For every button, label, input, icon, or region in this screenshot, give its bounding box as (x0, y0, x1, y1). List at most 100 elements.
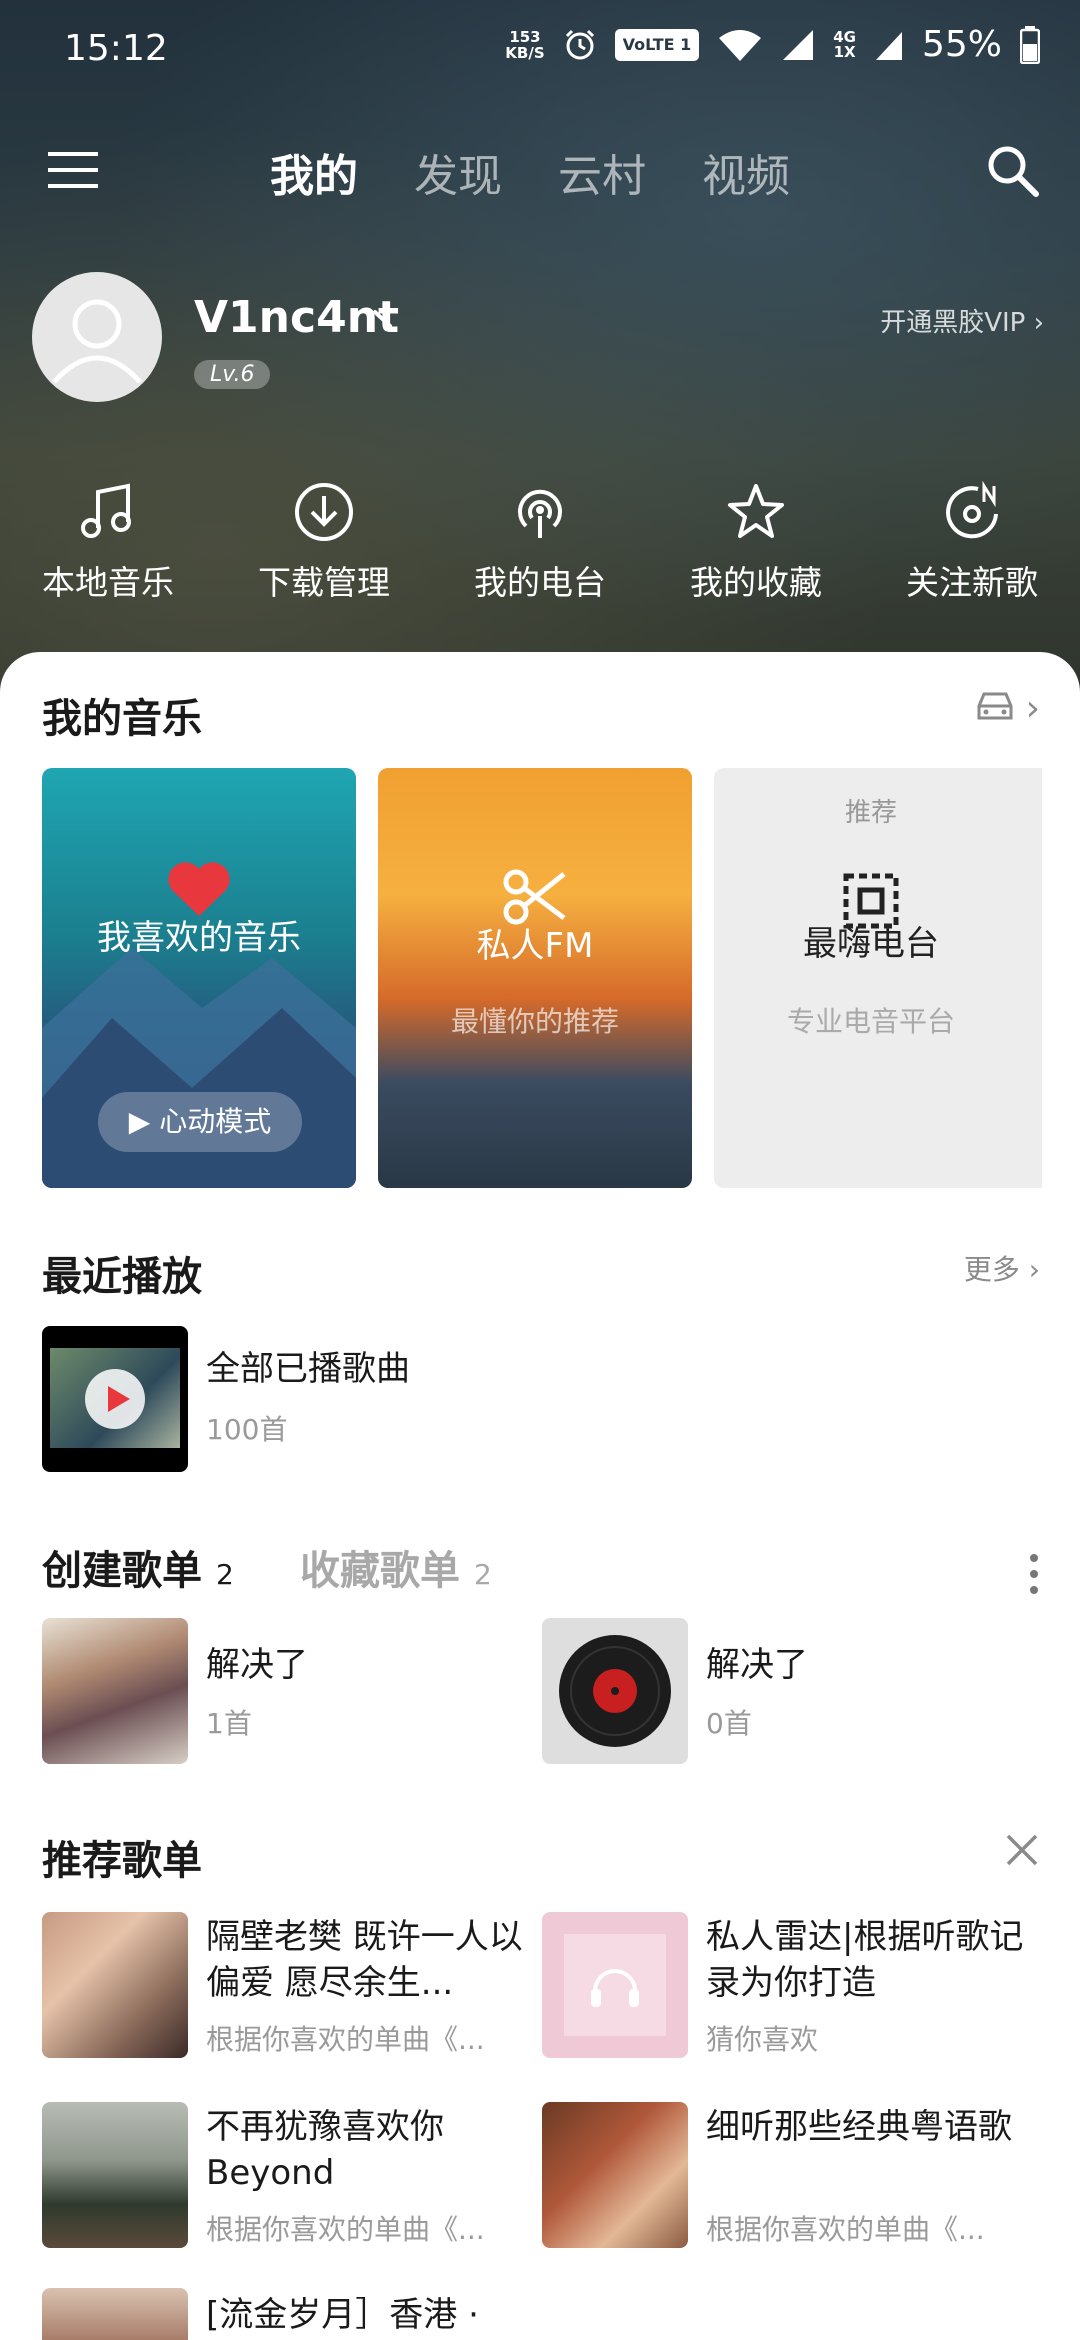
top-radio-tag: 推荐 (844, 798, 897, 828)
recommended-item-title: 私人雷达|根据听歌记录为你打造 (706, 1917, 1024, 2003)
podcast-icon (518, 489, 562, 538)
liked-music-title: 我喜欢的音乐 (97, 918, 301, 958)
recent-more-link[interactable]: 更多 › (964, 1248, 1040, 1288)
chevron-right-icon: › (1028, 1253, 1040, 1286)
avatar[interactable] (32, 272, 162, 402)
shortcut-label: 我的电台 (474, 563, 606, 602)
signal-icon-2 (875, 31, 902, 60)
top-radio-card[interactable]: 推荐 最嗨电台 专业电音平台 (714, 768, 1028, 1188)
playlist-count: 0首 (706, 1707, 752, 1740)
recommended-cover (42, 2288, 188, 2340)
created-playlists-label: 创建歌单 (42, 1548, 202, 1594)
car-mode-button[interactable]: › (973, 688, 1040, 731)
download-icon (295, 483, 353, 541)
personal-fm-title: 私人FM (476, 926, 594, 966)
recommended-cover (42, 1912, 188, 2058)
shortcut-label: 本地音乐 (42, 563, 174, 602)
network-speed-value: 153 (509, 27, 541, 46)
recent-thumbnail (42, 1326, 188, 1472)
tab-discover[interactable]: 发现 (414, 140, 502, 204)
shortcut-favorites[interactable]: 我的收藏 (648, 480, 864, 620)
edit-mark-icon (373, 310, 392, 328)
recommended-item-subtitle: 根据你喜欢的单曲《... (206, 2023, 485, 2056)
collected-playlists-label: 收藏歌单 (300, 1548, 460, 1594)
network-type-bottom: 1X (833, 42, 856, 61)
chevron-right-icon: › (1033, 308, 1044, 338)
star-icon (728, 484, 784, 538)
shortcut-local-music[interactable]: 本地音乐 (0, 480, 216, 620)
vip-link[interactable]: 开通黑胶VIP › (880, 302, 1044, 339)
recent-title: 最近播放 (42, 1254, 202, 1300)
heartbeat-mode-button[interactable]: ▶ 心动模式 (98, 1092, 302, 1152)
collected-playlists-count: 2 (473, 1558, 492, 1591)
alarm-icon (565, 29, 594, 59)
network-speed-unit: KB/S (505, 43, 545, 62)
liked-music-card[interactable]: 我喜欢的音乐 ▶ 心动模式 (42, 768, 356, 1188)
battery-icon (1020, 25, 1040, 64)
close-icon[interactable] (1004, 1832, 1040, 1868)
shortcut-label: 下载管理 (258, 563, 390, 602)
main-tabs: 我的 发现 云村 视频 (270, 140, 790, 204)
tab-video[interactable]: 视频 (702, 140, 790, 204)
tab-mine[interactable]: 我的 (270, 140, 358, 204)
recommended-item-title: 不再犹豫喜欢你Beyond (206, 2107, 444, 2193)
shortcut-downloads[interactable]: 下载管理 (216, 480, 432, 620)
username[interactable]: V1nc4nt (194, 292, 399, 343)
shortcut-row: 本地音乐 下载管理 我的电台 我的收藏 关注新歌 (0, 480, 1080, 620)
top-navigation: 我的 发现 云村 视频 (0, 120, 1080, 220)
playlist-count: 1首 (206, 1707, 252, 1740)
headphones-icon (591, 1969, 639, 2007)
new-song-icon (946, 480, 998, 539)
recommended-item-subtitle: 根据你喜欢的单曲《... (706, 2213, 985, 2246)
recommended-cover (42, 2102, 188, 2248)
recent-item-count: 100首 (206, 1413, 288, 1446)
content-sheet: 我的音乐 › 我喜欢的音乐 ▶ 心动模式 私人FM 最懂你的推荐 推荐 最嗨电台… (0, 652, 1080, 2340)
personal-fm-subtitle: 最懂你的推荐 (450, 1005, 619, 1038)
menu-icon[interactable] (46, 146, 102, 194)
profile-section: V1nc4nt Lv.6 开通黑胶VIP › (0, 272, 1080, 412)
recent-more-label: 更多 (963, 1253, 1020, 1286)
playlist-title: 解决了 (706, 1645, 808, 1685)
top-radio-subtitle: 专业电音平台 (786, 1005, 955, 1038)
shortcut-label: 我的收藏 (690, 563, 822, 602)
network-speed: 153 KB/S (505, 29, 544, 61)
next-card-peek[interactable] (1012, 768, 1042, 1188)
car-icon (977, 692, 1013, 720)
heartbeat-mode-label: 心动模式 (159, 1105, 272, 1138)
level-badge: Lv.6 (194, 360, 271, 389)
play-icon: ▶ (128, 1105, 151, 1138)
playlist-cover (542, 1618, 688, 1764)
personal-fm-card[interactable]: 私人FM 最懂你的推荐 (378, 768, 692, 1188)
battery-percent: 55% (921, 24, 1002, 65)
tab-created-playlists[interactable]: 创建歌单 2 (42, 1538, 234, 1596)
status-icons: 153 KB/S VoLTE 1 4G 1X 55% (505, 24, 1040, 65)
shortcut-new-songs[interactable]: 关注新歌 (864, 480, 1080, 620)
more-options-icon[interactable] (1028, 1550, 1040, 1598)
music-note-icon (81, 483, 131, 538)
signal-icon (783, 29, 814, 60)
recommended-cover (542, 1912, 688, 2058)
search-icon[interactable] (984, 142, 1040, 198)
recommended-item-subtitle: 猜你喜欢 (706, 2023, 819, 2056)
recommended-item-title: [流金岁月］香港 · (206, 2295, 479, 2335)
shortcut-label: 关注新歌 (906, 563, 1038, 602)
created-playlists-count: 2 (215, 1558, 234, 1591)
recommended-item-title: 细听那些经典粤语歌 (706, 2107, 1012, 2147)
playlist-title: 解决了 (206, 1645, 308, 1685)
play-circle-icon (85, 1369, 145, 1429)
recommended-item-title: 隔壁老樊 既许一人以偏爱 愿尽余生... (206, 1917, 523, 2003)
chevron-right-icon: › (1025, 688, 1040, 729)
tab-collected-playlists[interactable]: 收藏歌单 2 (300, 1538, 492, 1596)
recent-item-title: 全部已播歌曲 (206, 1349, 410, 1389)
my-music-cards: 我喜欢的音乐 ▶ 心动模式 私人FM 最懂你的推荐 推荐 最嗨电台 专业电音平台 (42, 768, 1028, 1188)
top-radio-title: 最嗨电台 (803, 924, 939, 964)
recommended-title: 推荐歌单 (42, 1838, 202, 1884)
tab-cloud-village[interactable]: 云村 (558, 140, 646, 204)
network-type: 4G 1X (833, 29, 856, 61)
shortcut-my-radio[interactable]: 我的电台 (432, 480, 648, 620)
recommended-cover (542, 2102, 688, 2248)
default-avatar-icon (52, 299, 142, 384)
recommended-item-subtitle: 根据你喜欢的单曲《... (206, 2213, 485, 2246)
vinyl-record-icon (559, 1635, 671, 1747)
wifi-icon (719, 29, 762, 61)
